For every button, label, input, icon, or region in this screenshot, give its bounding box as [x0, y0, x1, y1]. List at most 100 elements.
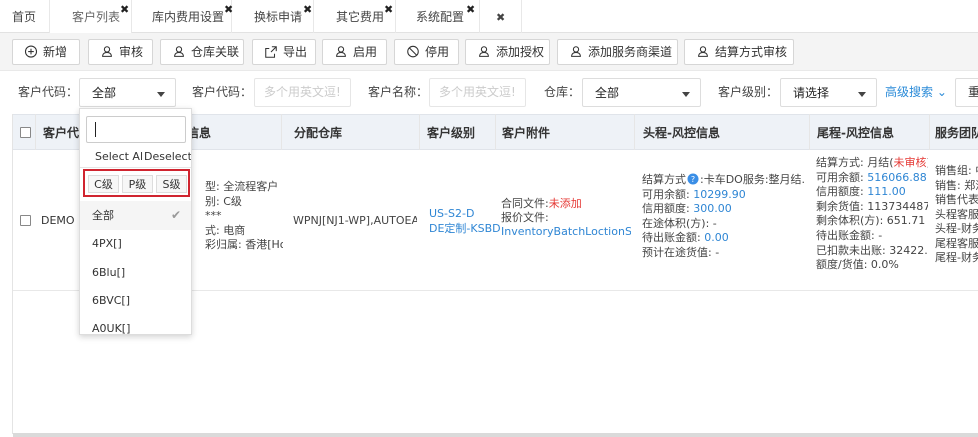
row-checkbox[interactable] [20, 215, 31, 226]
info-line: *** [205, 209, 222, 222]
risk-label: 待出账金额: [816, 228, 875, 242]
text-cursor [95, 122, 96, 137]
info-line: 式: 电商 [205, 223, 246, 237]
option-label: 4PX[] [92, 237, 122, 250]
divider [80, 167, 191, 168]
option-label: 6BVC[] [92, 294, 130, 307]
dropdown-option[interactable]: 6BVC[] [80, 286, 191, 315]
col-header-code[interactable]: 客户代 [43, 115, 79, 151]
risk-value: 300.00 [693, 202, 732, 215]
close-all-icon: ✖ [496, 11, 506, 24]
col-header-tail-risk[interactable]: 尾程-风控信息 [817, 115, 894, 151]
level-p-button[interactable]: P级 [122, 175, 153, 193]
settlement-label: 结算方式: 月结( [816, 156, 894, 169]
customer-level-select[interactable]: 请选择 [780, 78, 877, 107]
risk-value: - [715, 245, 720, 259]
service-team-cell: 销售组: 中 销售: 郑洁 销售代表: 头程客服: 头程-财务 尾程客服: 尾程… [935, 164, 978, 266]
warehouse-cell: WPNJ[NJ1-WP],AUTOEA... [293, 214, 417, 227]
deselect-all-action[interactable]: Deselect A [144, 150, 191, 163]
tab-warehouse-fee[interactable]: 库内费用设置 ✖ [132, 0, 233, 33]
tab-close-icon[interactable]: ✖ [466, 4, 475, 16]
col-header-attachment[interactable]: 客户附件 [502, 115, 550, 151]
dropdown-option[interactable]: 6Blu[] [80, 258, 191, 287]
option-label: A0UK[] [92, 322, 131, 335]
user-icon [336, 46, 346, 57]
quote-file-link[interactable]: InventoryBatchLoctionSu... [501, 225, 631, 239]
customer-code-select[interactable]: 全部 [79, 78, 176, 107]
team-line: 销售代表: [935, 193, 978, 206]
col-header-level[interactable]: 客户级别 [427, 115, 475, 151]
info-line: 彩归属: 香港[Hong... [205, 238, 283, 251]
tab-other-fee[interactable]: 其它费用 ✖ [314, 0, 396, 33]
warehouse-link-button[interactable]: 仓库关联 [160, 39, 244, 65]
risk-value: 0.00 [704, 231, 729, 244]
settlement-paren: ) [927, 156, 929, 169]
select-all-action[interactable]: Select Al [95, 150, 143, 163]
advanced-search-link[interactable]: 高级搜索 ⌄ [885, 83, 947, 100]
dropdown-option[interactable]: A0UK[] [80, 314, 191, 335]
customer-name-input[interactable]: 多个用英文逗! [429, 78, 526, 107]
tab-label: 首页 [12, 10, 37, 24]
audit-button[interactable]: 审核 [88, 39, 153, 65]
risk-label: 待出账金额: [642, 231, 701, 244]
tab-close-icon[interactable]: ✖ [120, 4, 129, 16]
caret-down-icon [682, 92, 690, 97]
tab-customer-list[interactable]: 客户列表 ✖ [50, 0, 132, 33]
dropdown-search-input[interactable] [86, 116, 186, 143]
quote-label: 报价文件: [501, 211, 549, 224]
col-header-team[interactable]: 服务团队 [935, 115, 978, 151]
tab-home[interactable]: 首页 [0, 0, 50, 33]
level-s-button[interactable]: S级 [156, 175, 187, 193]
tab-close-icon[interactable]: ✖ [384, 4, 393, 16]
tab-close-all[interactable]: ✖ [480, 0, 522, 33]
option-label: 全部 [92, 209, 114, 222]
level-cell[interactable]: US-S2-D DE定制-KSBD [429, 206, 501, 236]
contract-status[interactable]: 未添加 [549, 197, 582, 210]
tab-relabel-request[interactable]: 换标申请 ✖ [232, 0, 314, 33]
enable-button[interactable]: 启用 [322, 39, 387, 65]
customer-name-label: 客户名称： [368, 85, 429, 99]
dropdown-option[interactable]: 全部 ✔ [80, 201, 191, 230]
button-label: 导出 [283, 45, 308, 59]
help-icon[interactable]: ? [687, 173, 699, 185]
tab-system-config[interactable]: 系统配置 ✖ [396, 0, 480, 33]
reset-button[interactable]: 重 [955, 78, 978, 107]
disable-button[interactable]: 停用 [394, 39, 459, 65]
dropdown-option[interactable]: 4PX[] [80, 229, 191, 258]
tab-close-icon[interactable]: ✖ [303, 4, 312, 16]
risk-label: 已扣款未出账: [816, 243, 886, 257]
col-header-head-risk[interactable]: 头程-风控信息 [643, 115, 720, 151]
export-button[interactable]: 导出 [252, 39, 316, 65]
button-label: 仓库关联 [191, 45, 240, 59]
button-label: 启用 [353, 45, 378, 59]
tab-bar: 首页 客户列表 ✖ 库内费用设置 ✖ 换标申请 ✖ 其它费用 ✖ 系统配置 ✖ ✖ [0, 0, 978, 33]
attachment-cell: 合同文件:未添加 报价文件: InventoryBatchLoctionSu..… [501, 197, 631, 239]
caret-down-icon [157, 92, 165, 97]
select-all-checkbox[interactable] [20, 127, 31, 138]
tab-label: 客户列表 [72, 10, 121, 24]
user-icon [571, 46, 581, 57]
customer-info-cell: 型: 全流程客户 别: C级 *** 式: 电商 彩归属: 香港[Hong... [205, 180, 283, 253]
settlement-status: 未审核 [893, 156, 927, 169]
settlement-audit-button[interactable]: 结算方式审核 [684, 39, 794, 65]
level-link[interactable]: DE定制-KSBD [429, 221, 501, 236]
add-authorization-button[interactable]: 添加授权 [465, 39, 550, 65]
warehouse-select[interactable]: 全部 [582, 78, 701, 107]
level-filter-group: C级 P级 S级 [83, 169, 190, 197]
col-header-warehouse[interactable]: 分配仓库 [294, 115, 342, 151]
risk-value: 113734487.05 [867, 199, 928, 213]
button-label: 重 [968, 85, 978, 99]
risk-value: 651.71 [886, 214, 926, 228]
add-provider-channel-button[interactable]: 添加服务商渠道 [557, 39, 678, 65]
horizontal-scrollbar[interactable] [13, 433, 978, 437]
tab-label: 系统配置 [416, 10, 465, 24]
customer-code-input[interactable]: 多个用英文逗! [254, 78, 351, 107]
add-button[interactable]: 新增 [12, 39, 80, 65]
risk-value: 10299.90 [693, 187, 746, 201]
svg-text:?: ? [691, 175, 695, 184]
level-c-button[interactable]: C级 [88, 175, 119, 193]
tab-label: 换标申请 [254, 10, 303, 24]
select-value: 全部 [92, 86, 117, 100]
button-label: 添加授权 [496, 45, 545, 59]
level-link[interactable]: US-S2-D [429, 206, 501, 221]
